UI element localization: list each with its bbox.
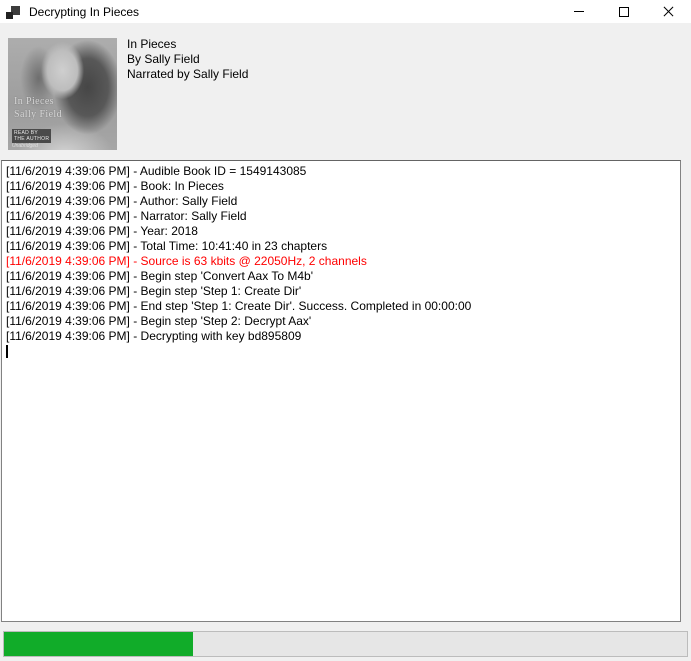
progress-fill: [4, 632, 193, 656]
log-line: [11/6/2019 4:39:06 PM] - Author: Sally F…: [6, 194, 676, 209]
minimize-button[interactable]: [556, 0, 601, 23]
maximize-icon: [619, 7, 629, 17]
log-line: [11/6/2019 4:39:06 PM] - Audible Book ID…: [6, 164, 676, 179]
cover-read-by-badge: READ BY THE AUTHOR: [12, 129, 51, 143]
log-line: [11/6/2019 4:39:06 PM] - Source is 63 kb…: [6, 254, 676, 269]
log-line: [11/6/2019 4:39:06 PM] - Narrator: Sally…: [6, 209, 676, 224]
log-line: [11/6/2019 4:39:06 PM] - Begin step 'Ste…: [6, 284, 676, 299]
log-lines: [11/6/2019 4:39:06 PM] - Audible Book ID…: [6, 164, 676, 344]
progress-bar: [3, 631, 688, 657]
log-line: [11/6/2019 4:39:06 PM] - Decrypting with…: [6, 329, 676, 344]
app-window: Decrypting In Pieces In Pieces Sally Fie…: [0, 0, 691, 661]
book-info: In Pieces By Sally Field Narrated by Sal…: [127, 37, 248, 82]
log-line: [11/6/2019 4:39:06 PM] - Book: In Pieces: [6, 179, 676, 194]
cover-author-text: Sally Field: [14, 109, 62, 120]
log-line: [11/6/2019 4:39:06 PM] - End step 'Step …: [6, 299, 676, 314]
log-line: [11/6/2019 4:39:06 PM] - Year: 2018: [6, 224, 676, 239]
cover-title-text: In Pieces: [14, 96, 54, 107]
log-line: [11/6/2019 4:39:06 PM] - Total Time: 10:…: [6, 239, 676, 254]
text-caret: [6, 345, 8, 358]
title-bar: Decrypting In Pieces: [0, 0, 691, 23]
log-line: [11/6/2019 4:39:06 PM] - Begin step 'Con…: [6, 269, 676, 284]
book-author-line: By Sally Field: [127, 52, 248, 67]
book-narrator-line: Narrated by Sally Field: [127, 67, 248, 82]
cover-unabridged-text: Unabridged: [12, 143, 38, 149]
app-icon: [6, 5, 20, 19]
minimize-icon: [574, 11, 584, 12]
log-textbox[interactable]: [11/6/2019 4:39:06 PM] - Audible Book ID…: [1, 160, 681, 622]
close-button[interactable]: [646, 0, 691, 23]
book-cover-art: In Pieces Sally Field READ BY THE AUTHOR…: [8, 38, 117, 150]
window-title: Decrypting In Pieces: [29, 5, 139, 19]
book-title: In Pieces: [127, 37, 248, 52]
log-line: [11/6/2019 4:39:06 PM] - Begin step 'Ste…: [6, 314, 676, 329]
maximize-button[interactable]: [601, 0, 646, 23]
window-controls: [556, 0, 691, 23]
app-icon-square-small: [6, 12, 13, 19]
close-icon: [663, 6, 674, 17]
